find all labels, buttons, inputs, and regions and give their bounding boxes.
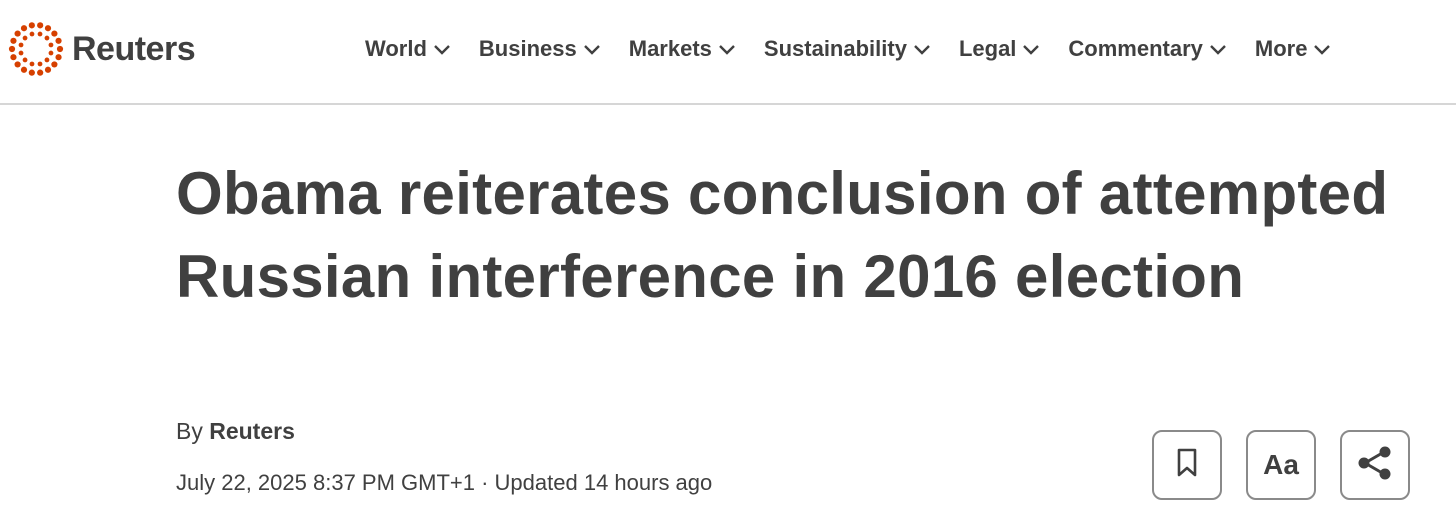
chevron-down-icon [433,36,451,62]
chevron-down-icon [1209,36,1227,62]
logo-dot [28,22,35,29]
site-header: Reuters World Business Markets Sustainab… [0,0,1456,105]
logo-dot [37,69,44,76]
text-size-button[interactable]: Aa [1246,430,1316,500]
logo-dot [20,66,28,73]
logo-dot [14,30,21,37]
logo-dot [37,22,44,29]
logo-dot [29,31,35,37]
nav-item-label: Commentary [1068,36,1203,61]
nav-item-markets[interactable]: Markets [629,36,736,62]
share-button[interactable] [1340,430,1410,500]
chevron-down-icon [1022,36,1040,62]
byline-prefix: By [176,418,203,444]
logo-dot [28,69,35,76]
nav-item-sustainability[interactable]: Sustainability [764,36,931,62]
nav-item-label: World [365,36,427,61]
chevron-down-icon [1313,36,1331,62]
chevron-down-icon [913,36,931,62]
reuters-logo[interactable]: Reuters [8,21,196,77]
logo-dot [37,61,43,67]
logo-dot [22,35,28,41]
logo-dot [56,45,64,53]
logo-dot [44,66,52,73]
nav-item-label: Markets [628,36,712,61]
bookmark-icon [1176,448,1198,483]
nav-item-legal[interactable]: Legal [959,36,1040,62]
chevron-down-icon [718,36,736,62]
logo-dot [18,50,24,56]
logo-dot [10,54,17,61]
nav-item-label: Legal [958,36,1017,61]
logo-dot [29,61,35,67]
save-article-button[interactable] [1152,430,1222,500]
text-size-label: Aa [1263,449,1299,480]
nav-item-more[interactable]: More [1255,36,1332,62]
logo-dot [51,61,58,68]
nav-item-label: Sustainability [763,36,907,61]
nav-item-world[interactable]: World [365,36,451,62]
logo-dot [44,57,50,63]
brand-name: Reuters [72,29,196,68]
article-headline: Obama reiterates conclusion of attempted… [176,160,1389,310]
logo-dot [44,35,50,41]
author-link[interactable]: Reuters [209,418,295,444]
article-dateline: July 22, 2025 8:37 PM GMT+1 · Updated 14… [176,470,713,495]
logo-dot [14,61,21,68]
logo-dot [37,31,43,37]
logo-dot [48,50,54,56]
reuters-logo-icon [8,22,64,76]
nav-item-label: More [1254,36,1308,61]
chevron-down-icon [583,36,601,62]
nav-item-business[interactable]: Business [479,36,601,62]
logo-dot [22,57,28,63]
logo-dot [10,37,17,44]
nav-item-label: Business [478,36,577,61]
share-icon [1355,443,1395,488]
logo-dot [44,25,52,32]
logo-dot [8,45,16,53]
nav-item-commentary[interactable]: Commentary [1068,36,1226,62]
main-nav: World Business Markets Sustainability Le… [365,30,1359,68]
logo-dot [55,37,62,44]
logo-dot [20,25,28,32]
byline: By Reuters [176,418,295,445]
logo-dot [18,42,24,48]
logo-dot [48,42,54,48]
logo-dot [55,54,62,61]
logo-dot [51,30,58,37]
